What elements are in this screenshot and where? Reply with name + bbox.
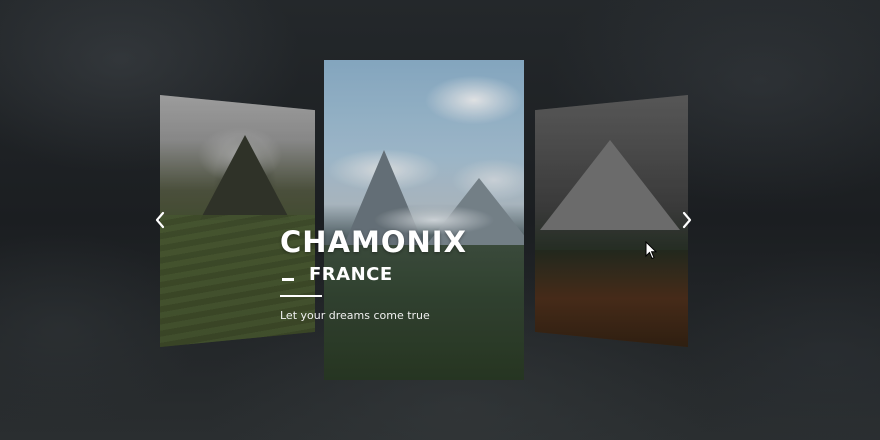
caption-divider bbox=[280, 295, 322, 297]
slide-tagline: Let your dreams come true bbox=[280, 309, 430, 322]
slide-subtitle: FRANCE bbox=[309, 264, 393, 285]
mouse-pointer-icon bbox=[645, 240, 658, 260]
chevron-right-icon bbox=[682, 211, 692, 229]
chevron-left-icon bbox=[155, 211, 165, 229]
previous-slide-button[interactable] bbox=[150, 207, 170, 233]
slide-caption: CHAMONIX FRANCE Let your dreams come tru… bbox=[280, 225, 540, 322]
slide-right-mountain[interactable] bbox=[535, 95, 688, 347]
slide-active-chamonix[interactable] bbox=[324, 60, 524, 380]
subtitle-dash bbox=[282, 278, 294, 281]
slide-title: CHAMONIX bbox=[280, 225, 467, 259]
next-slide-button[interactable] bbox=[677, 207, 697, 233]
slider-stage: CHAMONIX FRANCE Let your dreams come tru… bbox=[0, 0, 880, 440]
slide-subtitle-row: FRANCE bbox=[280, 261, 540, 289]
